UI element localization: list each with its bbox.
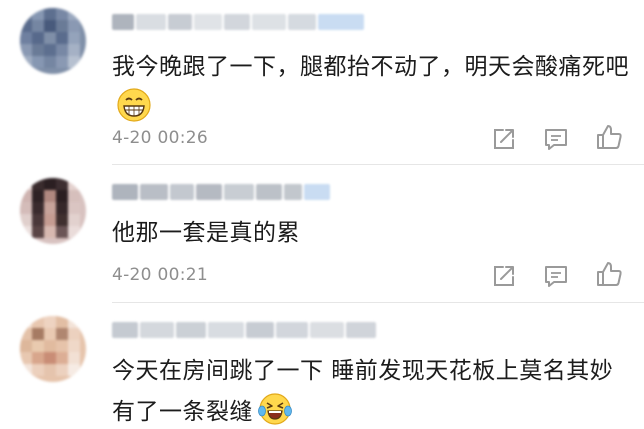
comment-timestamp: 4-20 00:26 [112,128,208,148]
avatar[interactable] [20,178,86,244]
reply-icon[interactable] [541,124,571,154]
comment-timestamp: 4-20 00:21 [112,265,208,285]
comment-text-content: 今天在房间跳了一下 睡前发现天花板上莫名其妙有了一条裂缝 [112,358,614,425]
avatar[interactable] [20,316,86,382]
comment-text: 我今晚跟了一下，腿都抬不动了，明天会酸痛死吧 [112,48,632,128]
like-icon[interactable] [594,122,624,152]
laughing-tears-emoji [258,393,292,425]
divider [112,164,644,165]
comment-text: 他那一套是真的累 [112,214,632,253]
username[interactable] [112,14,364,32]
comment-text-content: 我今晚跟了一下，腿都抬不动了，明天会酸痛死吧 [112,54,629,80]
grinning-face-emoji [117,88,151,122]
comment-text: 今天在房间跳了一下 睡前发现天花板上莫名其妙有了一条裂缝 [112,352,632,429]
username[interactable] [112,322,376,340]
avatar[interactable] [20,8,86,74]
like-icon[interactable] [594,259,624,289]
username[interactable] [112,184,330,202]
comment-feed: 我今晚跟了一下，腿都抬不动了，明天会酸痛死吧 4-20 00:26 他那一套是真… [0,0,644,429]
share-icon[interactable] [489,261,519,291]
comment-text-content: 他那一套是真的累 [112,220,300,246]
reply-icon[interactable] [541,261,571,291]
divider [112,302,644,303]
share-icon[interactable] [489,124,519,154]
